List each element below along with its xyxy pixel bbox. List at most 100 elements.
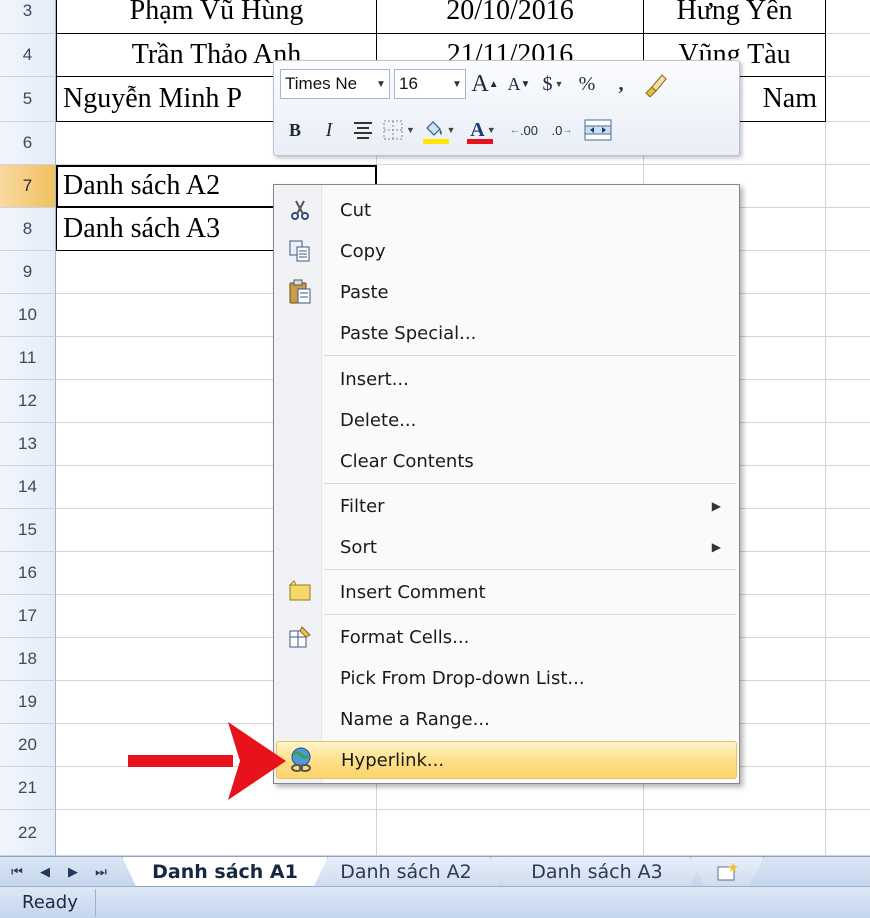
cell-name[interactable]: Phạm Vũ Hùng xyxy=(56,0,377,34)
row-header[interactable]: 16 xyxy=(0,552,56,595)
mini-toolbar-row-2: B I ▼ ▼ A ▼ ← .00 .0 → xyxy=(280,113,617,147)
row-header[interactable]: 17 xyxy=(0,595,56,638)
fill-color-button[interactable]: ▼ xyxy=(419,115,459,145)
sheet-tab-bar: ⏮ ◀ ▶ ⏭ Danh sách A2 Danh sách A3 Danh s… xyxy=(0,856,870,887)
cell-empty[interactable] xyxy=(826,423,870,466)
row-header[interactable]: 18 xyxy=(0,638,56,681)
row-header-selected[interactable]: 7 xyxy=(0,165,56,208)
cell-date[interactable]: 20/10/2016 xyxy=(377,0,644,34)
menu-item-filter[interactable]: Filter ▶ xyxy=(276,487,737,525)
row-header[interactable]: 6 xyxy=(0,122,56,165)
row-header[interactable]: 19 xyxy=(0,681,56,724)
row-header[interactable]: 5 xyxy=(0,77,56,122)
scissors-icon xyxy=(286,196,314,224)
row-header[interactable]: 8 xyxy=(0,208,56,251)
merge-center-button[interactable] xyxy=(583,115,613,145)
row-header[interactable]: 4 xyxy=(0,34,56,77)
row-header[interactable]: 10 xyxy=(0,294,56,337)
grow-font-button[interactable]: A ▲ xyxy=(470,69,500,99)
first-sheet-icon[interactable]: ⏮ xyxy=(6,861,28,883)
menu-item-hyperlink[interactable]: Hyperlink... xyxy=(276,741,737,779)
cell-empty[interactable] xyxy=(826,767,870,810)
menu-item-label: Hyperlink... xyxy=(341,749,445,771)
cell-empty[interactable] xyxy=(826,552,870,595)
cell-empty[interactable] xyxy=(644,810,826,856)
cell-empty[interactable] xyxy=(826,466,870,509)
red-arrow-annotation xyxy=(128,722,286,800)
italic-icon: I xyxy=(325,118,333,141)
font-size-combo[interactable]: 16 ▼ xyxy=(394,69,466,99)
row-header[interactable]: 21 xyxy=(0,767,56,810)
cell-empty[interactable] xyxy=(826,165,870,208)
mini-toolbar: Times Ne ▼ 16 ▼ A ▲ A ▼ $ ▼ % , B I ▼ ▼ … xyxy=(273,60,740,156)
cell-empty[interactable] xyxy=(826,294,870,337)
format-painter-button[interactable] xyxy=(640,69,670,99)
comma-style-button[interactable]: , xyxy=(606,69,636,99)
row-header[interactable]: 3 xyxy=(0,0,56,34)
mini-toolbar-row-1: Times Ne ▼ 16 ▼ A ▲ A ▼ $ ▼ % , xyxy=(280,67,674,101)
cell-empty[interactable] xyxy=(826,681,870,724)
sheet-tab-3[interactable]: Danh sách A3 xyxy=(490,857,704,887)
increase-decimal-icon: .00 xyxy=(519,122,538,138)
next-sheet-icon[interactable]: ▶ xyxy=(62,861,84,883)
cell-empty[interactable] xyxy=(826,34,870,77)
menu-item-name-range[interactable]: Name a Range... xyxy=(276,700,737,738)
menu-item-delete[interactable]: Delete... xyxy=(276,401,737,439)
menu-item-paste-special[interactable]: Paste Special... xyxy=(276,314,737,352)
menu-item-insert[interactable]: Insert... xyxy=(276,360,737,398)
row-header[interactable]: 14 xyxy=(0,466,56,509)
menu-item-copy[interactable]: Copy xyxy=(276,232,737,270)
last-sheet-icon[interactable]: ⏭ xyxy=(90,861,112,883)
row-header[interactable]: 11 xyxy=(0,337,56,380)
font-name-combo[interactable]: Times Ne ▼ xyxy=(280,69,390,99)
menu-item-pick-from-list[interactable]: Pick From Drop-down List... xyxy=(276,659,737,697)
sheet-tab-2[interactable]: Danh sách A2 xyxy=(300,857,512,887)
row-header[interactable]: 9 xyxy=(0,251,56,294)
row-header[interactable]: 15 xyxy=(0,509,56,552)
prev-sheet-icon[interactable]: ◀ xyxy=(34,861,56,883)
percent-button[interactable]: % xyxy=(572,69,602,99)
bold-button[interactable]: B xyxy=(280,115,310,145)
cell-empty[interactable] xyxy=(826,0,870,34)
shrink-font-button[interactable]: A ▼ xyxy=(504,69,534,99)
cell-empty[interactable] xyxy=(826,77,870,122)
font-color-button[interactable]: A ▼ xyxy=(463,115,503,145)
cell-empty[interactable] xyxy=(826,810,870,856)
insert-sheet-button[interactable] xyxy=(690,857,764,887)
cell-empty[interactable] xyxy=(826,638,870,681)
cell-empty[interactable] xyxy=(826,380,870,423)
cell-empty[interactable] xyxy=(826,509,870,552)
cell-empty[interactable] xyxy=(826,724,870,767)
currency-button[interactable]: $ ▼ xyxy=(538,69,568,99)
row-header[interactable]: 13 xyxy=(0,423,56,466)
italic-button[interactable]: I xyxy=(314,115,344,145)
row-header[interactable]: 22 xyxy=(0,810,56,856)
menu-item-sort[interactable]: Sort ▶ xyxy=(276,528,737,566)
menu-item-label: Name a Range... xyxy=(340,708,490,730)
row-header[interactable]: 20 xyxy=(0,724,56,767)
menu-item-label: Insert... xyxy=(340,368,409,390)
menu-item-format-cells[interactable]: Format Cells... xyxy=(276,618,737,656)
sheet-tab-active[interactable]: Danh sách A1 xyxy=(122,857,328,887)
cell-empty[interactable] xyxy=(826,595,870,638)
menu-item-insert-comment[interactable]: Insert Comment xyxy=(276,573,737,611)
decrease-decimal-button[interactable]: .0 → xyxy=(545,115,579,145)
cell-empty[interactable] xyxy=(826,251,870,294)
center-align-button[interactable] xyxy=(348,115,378,145)
menu-separator xyxy=(324,355,736,356)
menu-item-clear-contents[interactable]: Clear Contents xyxy=(276,442,737,480)
row-header[interactable]: 12 xyxy=(0,380,56,423)
menu-item-cut[interactable]: Cut xyxy=(276,191,737,229)
cell-empty[interactable] xyxy=(377,810,644,856)
cell-place[interactable]: Hưng Yên xyxy=(644,0,826,34)
borders-button[interactable]: ▼ xyxy=(382,115,415,145)
cell-empty[interactable] xyxy=(826,122,870,165)
increase-decimal-button[interactable]: ← .00 xyxy=(507,115,541,145)
cell-empty[interactable] xyxy=(826,337,870,380)
hyperlink-globe-icon xyxy=(287,746,315,774)
cell-empty[interactable] xyxy=(56,810,377,856)
arrow-right-icon: → xyxy=(562,124,573,136)
menu-item-label: Filter xyxy=(340,495,385,517)
menu-item-paste[interactable]: Paste xyxy=(276,273,737,311)
cell-empty[interactable] xyxy=(826,208,870,251)
